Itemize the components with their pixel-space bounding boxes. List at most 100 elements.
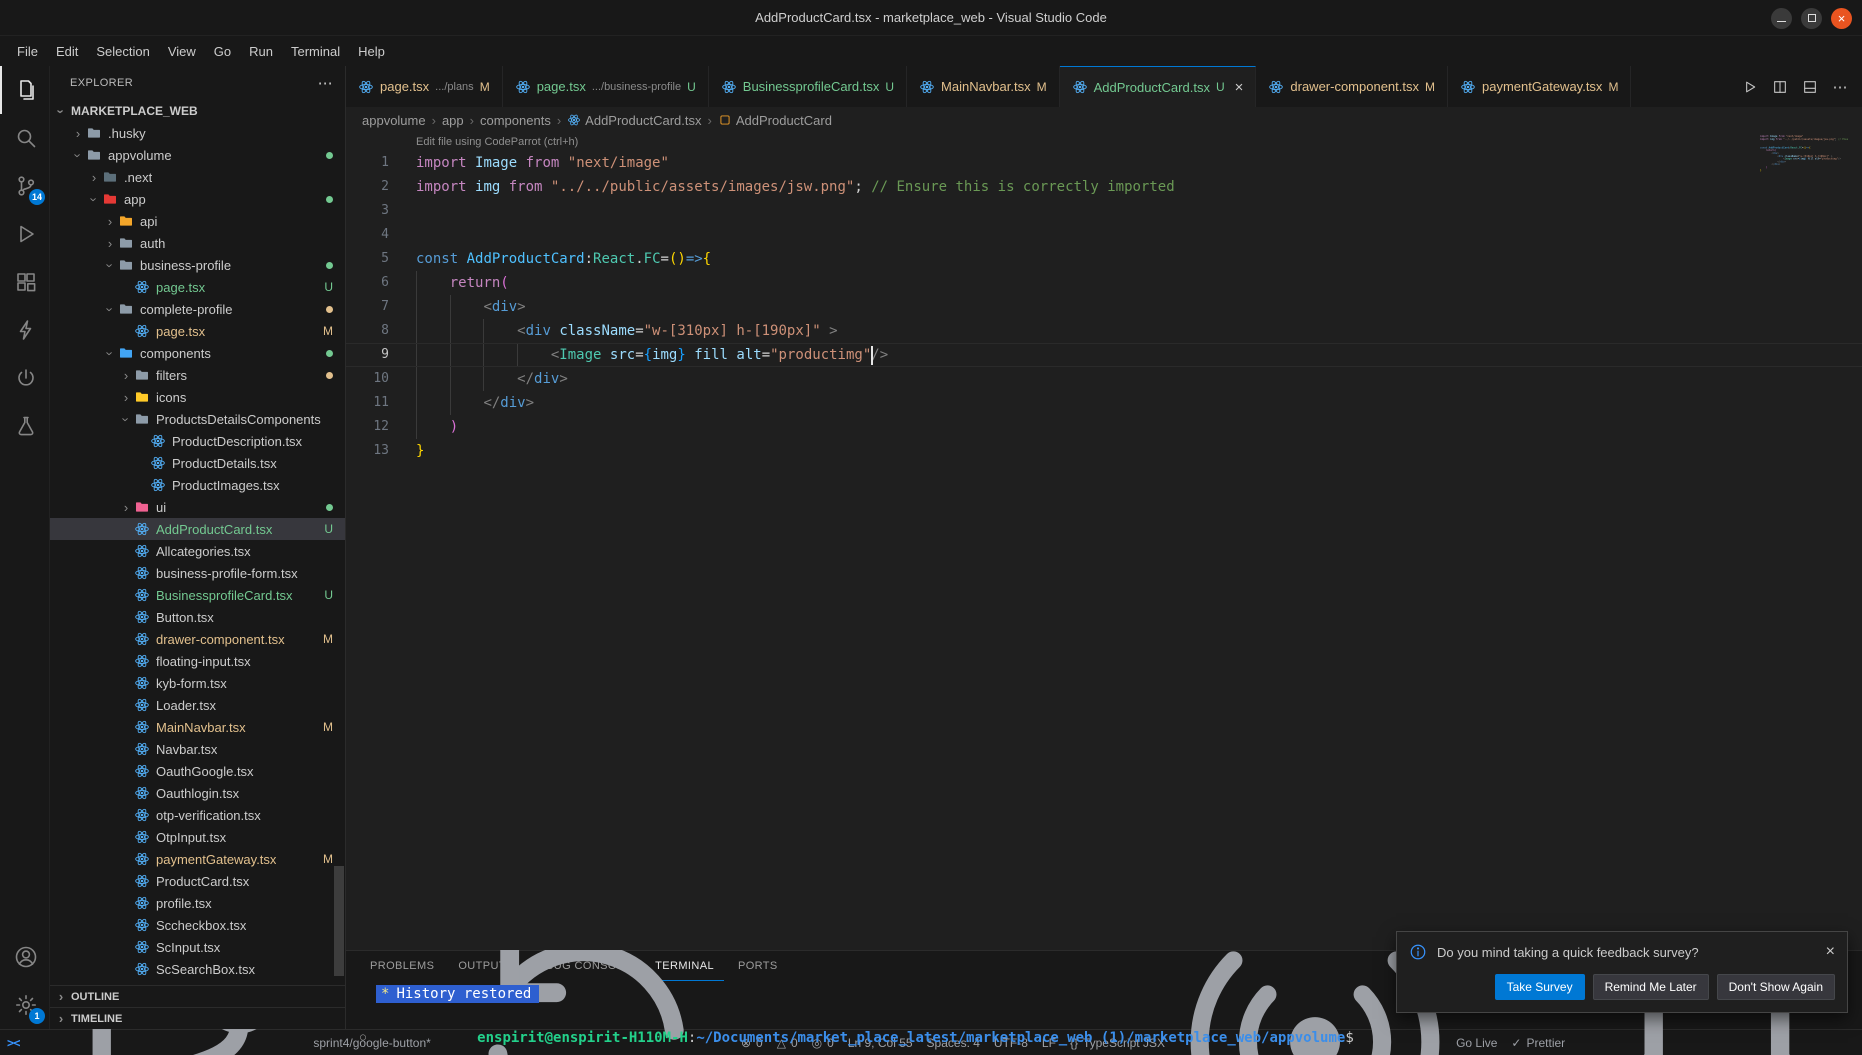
code-line-2[interactable]: 2import img from "../../public/assets/im… xyxy=(346,175,1862,199)
panel-tab-ports[interactable]: PORTS xyxy=(728,951,788,981)
menu-file[interactable]: File xyxy=(8,36,47,66)
activity-testing[interactable] xyxy=(0,402,49,450)
project-root-row[interactable]: › MARKETPLACE_WEB xyxy=(50,100,345,122)
menu-run[interactable]: Run xyxy=(240,36,282,66)
activity-manage[interactable]: 1 xyxy=(0,981,49,1029)
tree-file-sccheckbox-tsx[interactable]: Sccheckbox.tsx xyxy=(50,914,345,936)
more-actions-icon[interactable]: ⋯ xyxy=(318,74,333,92)
tree-file-mainnavbar-tsx[interactable]: MainNavbar.tsxM xyxy=(50,716,345,738)
tab-businessprofilecard-tsx[interactable]: BusinessprofileCard.tsxU xyxy=(709,66,907,107)
tree-file-businessprofilecard-tsx[interactable]: BusinessprofileCard.tsxU xyxy=(50,584,345,606)
close-icon[interactable]: × xyxy=(1826,943,1835,961)
tree-file-drawer-component-tsx[interactable]: drawer-component.tsxM xyxy=(50,628,345,650)
activity-search[interactable] xyxy=(0,114,49,162)
tree-file-addproductcard-tsx[interactable]: AddProductCard.tsxU xyxy=(50,518,345,540)
prettier[interactable]: ✓Prettier xyxy=(1504,1030,1572,1055)
sidebar-scrollbar[interactable] xyxy=(334,866,344,976)
tree-folder-components[interactable]: ›components xyxy=(50,342,345,364)
menu-help[interactable]: Help xyxy=(349,36,394,66)
breadcrumb-appvolume[interactable]: appvolume xyxy=(362,113,426,128)
menu-selection[interactable]: Selection xyxy=(87,36,158,66)
tree-folder-appvolume[interactable]: ›appvolume xyxy=(50,144,345,166)
remote-indicator[interactable]: >< xyxy=(0,1030,26,1055)
code-line-7[interactable]: 7 <div> xyxy=(346,295,1862,319)
tree-file-otpinput-tsx[interactable]: OtpInput.tsx xyxy=(50,826,345,848)
tree-file-page-tsx[interactable]: page.tsxM xyxy=(50,320,345,342)
breadcrumb-app[interactable]: app xyxy=(442,113,464,128)
code-line-12[interactable]: 12 ) xyxy=(346,415,1862,439)
menu-view[interactable]: View xyxy=(159,36,205,66)
tab-addproductcard-tsx[interactable]: AddProductCard.tsxU× xyxy=(1060,66,1257,107)
timeline-section[interactable]: › TIMELINE xyxy=(50,1007,345,1029)
tree-file-scsearchbox-tsx[interactable]: ScSearchBox.tsx xyxy=(50,958,345,980)
code-line-8[interactable]: 8 <div className="w-[310px] h-[190px]" > xyxy=(346,319,1862,343)
minimap[interactable]: import Image from "next/image"import img… xyxy=(1760,135,1848,265)
code-line-5[interactable]: 5const AddProductCard:React.FC=()=>{ xyxy=(346,247,1862,271)
tree-file-productdescription-tsx[interactable]: ProductDescription.tsx xyxy=(50,430,345,452)
activity-extensions[interactable] xyxy=(0,258,49,306)
tree-file-profile-tsx[interactable]: profile.tsx xyxy=(50,892,345,914)
tab-drawer-component-tsx[interactable]: drawer-component.tsxM xyxy=(1256,66,1448,107)
split-editor-button[interactable] xyxy=(1772,79,1788,95)
notifications-bell[interactable] xyxy=(1572,1030,1862,1055)
tree-folder-complete-profile[interactable]: ›complete-profile xyxy=(50,298,345,320)
maximize-button[interactable] xyxy=(1801,8,1822,29)
tree-file-loader-tsx[interactable]: Loader.tsx xyxy=(50,694,345,716)
tab-paymentgateway-tsx[interactable]: paymentGateway.tsxM xyxy=(1448,66,1631,107)
tree-file-oauthlogin-tsx[interactable]: Oauthlogin.tsx xyxy=(50,782,345,804)
activity-power-tool[interactable] xyxy=(0,354,49,402)
tree-folder-next[interactable]: ›.next xyxy=(50,166,345,188)
tree-file-otp-verification-tsx[interactable]: otp-verification.tsx xyxy=(50,804,345,826)
tree-folder-ui[interactable]: ›ui xyxy=(50,496,345,518)
code-line-4[interactable]: 4 xyxy=(346,223,1862,247)
tree-folder-api[interactable]: ›api xyxy=(50,210,345,232)
code-line-9[interactable]: 9 <Image src={img} fill alt="productimg"… xyxy=(346,343,1862,367)
tree-file-button-tsx[interactable]: Button.tsx xyxy=(50,606,345,628)
tree-folder-auth[interactable]: ›auth xyxy=(50,232,345,254)
tree-folder-husky[interactable]: ›.husky xyxy=(50,122,345,144)
dont-show-again-button[interactable]: Don't Show Again xyxy=(1717,974,1835,1000)
remind-me-later-button[interactable]: Remind Me Later xyxy=(1593,974,1709,1000)
activity-source-control[interactable]: 14 xyxy=(0,162,49,210)
tree-file-kyb-form-tsx[interactable]: kyb-form.tsx xyxy=(50,672,345,694)
tree-folder-business-profile[interactable]: ›business-profile xyxy=(50,254,345,276)
outline-section[interactable]: › OUTLINE xyxy=(50,985,345,1007)
code-line-6[interactable]: 6 return( xyxy=(346,271,1862,295)
minimize-button[interactable] xyxy=(1771,8,1792,29)
tree-file-scinput-tsx[interactable]: ScInput.tsx xyxy=(50,936,345,958)
take-survey-button[interactable]: Take Survey xyxy=(1495,974,1585,1000)
tree-file-page-tsx[interactable]: page.tsxU xyxy=(50,276,345,298)
more-actions-button[interactable]: ⋯ xyxy=(1832,79,1848,95)
activity-run-and-debug[interactable] xyxy=(0,210,49,258)
tree-folder-productsdetailscomponents[interactable]: ›ProductsDetailsComponents xyxy=(50,408,345,430)
menu-go[interactable]: Go xyxy=(205,36,240,66)
tree-folder-app[interactable]: ›app xyxy=(50,188,345,210)
code-line-1[interactable]: 1import Image from "next/image" xyxy=(346,151,1862,175)
tab-mainnavbar-tsx[interactable]: MainNavbar.tsxM xyxy=(907,66,1060,107)
tab-page-tsx-plans[interactable]: page.tsx.../plansM xyxy=(346,66,503,107)
breadcrumb-addproductcard[interactable]: AddProductCard xyxy=(718,113,832,128)
tab-page-tsx-business-profile[interactable]: page.tsx.../business-profileU xyxy=(503,66,709,107)
tree-file-floating-input-tsx[interactable]: floating-input.tsx xyxy=(50,650,345,672)
tree-file-productcard-tsx[interactable]: ProductCard.tsx xyxy=(50,870,345,892)
tree-folder-icons[interactable]: ›icons xyxy=(50,386,345,408)
tree-file-allcategories-tsx[interactable]: Allcategories.tsx xyxy=(50,540,345,562)
breadcrumb-components[interactable]: components xyxy=(480,113,551,128)
activity-explorer[interactable] xyxy=(0,66,49,114)
close-button[interactable]: × xyxy=(1831,8,1852,29)
tree-file-navbar-tsx[interactable]: Navbar.tsx xyxy=(50,738,345,760)
run-button[interactable] xyxy=(1742,79,1758,95)
code-line-13[interactable]: 13} xyxy=(346,439,1862,463)
close-icon[interactable]: × xyxy=(1235,79,1244,96)
tree-file-oauthgoogle-tsx[interactable]: OauthGoogle.tsx xyxy=(50,760,345,782)
code-line-3[interactable]: 3 xyxy=(346,199,1862,223)
tree-folder-filters[interactable]: ›filters xyxy=(50,364,345,386)
tree-file-business-profile-form-tsx[interactable]: business-profile-form.tsx xyxy=(50,562,345,584)
code-editor[interactable]: Edit file using CodeParrot (ctrl+h) 1imp… xyxy=(346,133,1862,950)
activity-thunder-client[interactable] xyxy=(0,306,49,354)
tree-file-productimages-tsx[interactable]: ProductImages.tsx xyxy=(50,474,345,496)
tree-file-productdetails-tsx[interactable]: ProductDetails.tsx xyxy=(50,452,345,474)
menu-edit[interactable]: Edit xyxy=(47,36,87,66)
tree-file-paymentgateway-tsx[interactable]: paymentGateway.tsxM xyxy=(50,848,345,870)
activity-accounts[interactable] xyxy=(0,933,49,981)
